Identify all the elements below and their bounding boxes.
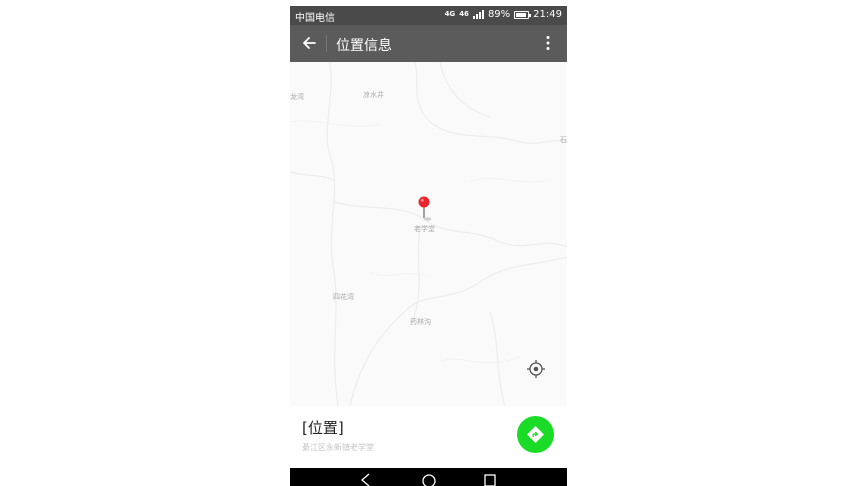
map-label: 石 — [560, 136, 567, 144]
app-bar: 位置信息 — [290, 25, 567, 62]
system-nav-bar — [290, 468, 567, 486]
status-bar: 中国电信 4G 46 89% 21:49 — [290, 6, 567, 25]
more-vertical-icon[interactable] — [539, 34, 557, 52]
nav-home-icon[interactable] — [421, 472, 437, 486]
map-label: 凉水井 — [363, 91, 384, 99]
nav-back-icon[interactable] — [358, 472, 374, 486]
navigate-button[interactable] — [517, 416, 554, 453]
location-name: [位置] — [302, 419, 344, 437]
my-location-icon[interactable] — [526, 359, 546, 379]
map-label: 药林沟 — [410, 318, 431, 326]
map-label: 四花湾 — [333, 293, 354, 301]
network-type: 4G — [444, 10, 456, 18]
location-address: 綦江区永新镇老学堂 — [302, 443, 374, 452]
app-bar-divider — [326, 35, 327, 52]
arrow-left-icon[interactable] — [300, 34, 318, 52]
map-label: 龙湾 — [290, 93, 304, 101]
map-roads — [290, 62, 567, 406]
clock: 21:49 — [533, 9, 562, 20]
network-sub-type: 46 — [459, 10, 469, 18]
navigation-diamond-icon — [527, 426, 544, 443]
battery-percent: 89% — [487, 9, 511, 20]
map-pin-icon[interactable] — [417, 196, 431, 222]
carrier-name: 中国电信 — [295, 13, 335, 24]
battery-icon — [514, 10, 532, 19]
page-title: 位置信息 — [336, 38, 392, 54]
map-label: 老学堂 — [414, 225, 435, 233]
location-panel: [位置] 綦江区永新镇老学堂 — [290, 406, 567, 468]
phone-screen: 中国电信 4G 46 89% 21:49 位置信息 龙湾 凉水井 石 老学堂 四… — [290, 6, 567, 486]
signal-icon — [472, 10, 484, 19]
map-view[interactable]: 龙湾 凉水井 石 老学堂 四花湾 药林沟 — [290, 62, 567, 406]
nav-recents-icon[interactable] — [482, 472, 498, 486]
status-icons: 4G 46 89% 21:49 — [445, 9, 562, 20]
